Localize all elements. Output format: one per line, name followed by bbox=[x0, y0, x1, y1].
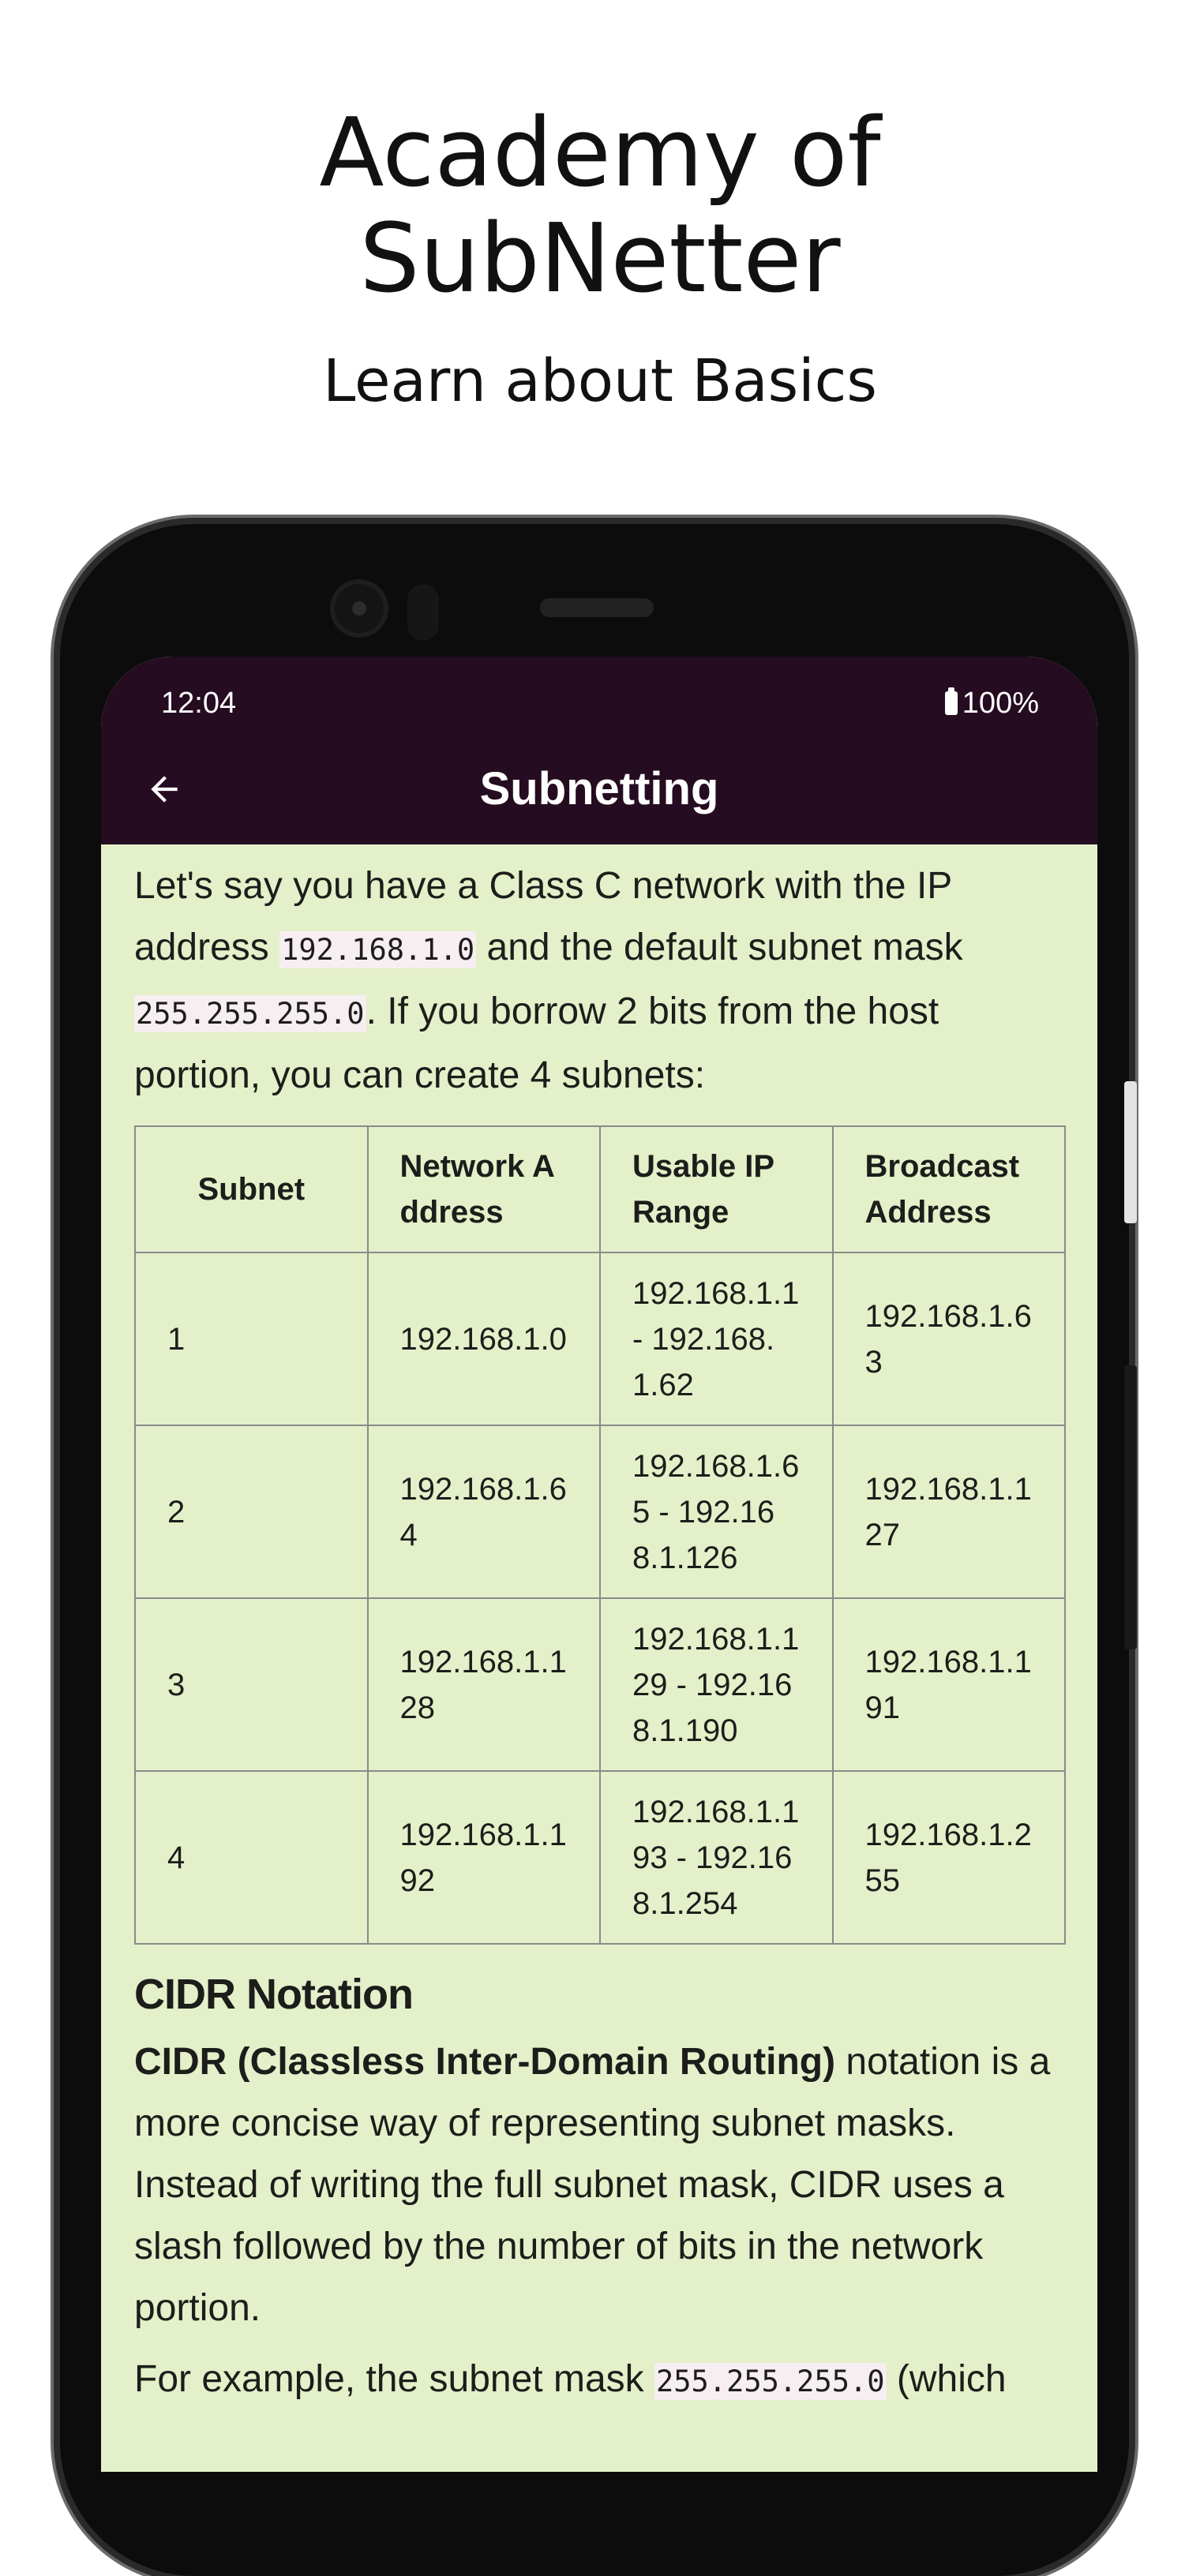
camera-lens bbox=[352, 601, 366, 616]
cidr-paragraph: CIDR (Classless Inter-Domain Routing) no… bbox=[134, 2031, 1067, 2339]
page-title: Subnetting bbox=[479, 763, 719, 814]
table-row: 2 192.168.1.64 192.168.1.65 - 192.168.1.… bbox=[134, 1425, 1066, 1599]
table-row: 3 192.168.1.128 192.168.1.129 - 192.168.… bbox=[134, 1597, 1066, 1772]
app-bar: 12:04 100% Subnetting bbox=[101, 657, 1097, 844]
hero-subtitle: Learn about Basics bbox=[323, 347, 877, 415]
hero-title-line1: Academy of bbox=[319, 99, 881, 208]
volume-button bbox=[1124, 1081, 1137, 1223]
battery-level: 100% bbox=[962, 687, 1039, 720]
table-cell: 2 bbox=[134, 1425, 369, 1599]
table-cell: 192.168.1.0 bbox=[366, 1252, 601, 1426]
table-cell: 192.168.1.63 bbox=[831, 1252, 1066, 1426]
cidr-term: CIDR (Classless Inter-Domain Routing) bbox=[134, 2041, 836, 2083]
subnet-table: Subnet Network Address Usable IP Range B… bbox=[134, 1125, 1066, 1945]
mask-code: 255.255.255.0 bbox=[134, 995, 366, 1032]
phone-screen: 12:04 100% Subnetting Let's say you have… bbox=[101, 657, 1097, 2472]
table-cell: 192.168.1.193 - 192.168.1.254 bbox=[599, 1770, 834, 1945]
table-row: 4 192.168.1.192 192.168.1.193 - 192.168.… bbox=[134, 1770, 1066, 1945]
table-cell: 192.168.1.191 bbox=[831, 1597, 1066, 1772]
table-cell: 1 bbox=[134, 1252, 369, 1426]
table-cell: 192.168.1.192 bbox=[366, 1770, 601, 1945]
proximity-sensor bbox=[407, 584, 439, 641]
example-text: (which bbox=[886, 2358, 1007, 2400]
table-cell: 192.168.1.65 - 192.168.1.126 bbox=[599, 1425, 834, 1599]
status-battery: 100% bbox=[944, 676, 1039, 731]
table-cell: 3 bbox=[134, 1597, 369, 1772]
earpiece-speaker bbox=[540, 598, 654, 617]
status-time: 12:04 bbox=[161, 687, 237, 720]
table-cell: 192.168.1.1 - 192.168.1.62 bbox=[599, 1252, 834, 1426]
power-button bbox=[1124, 1365, 1137, 1649]
table-cell: 4 bbox=[134, 1770, 369, 1945]
column-header: Broadcast Address bbox=[831, 1125, 1066, 1253]
example-code: 255.255.255.0 bbox=[654, 2363, 887, 2400]
table-cell: 192.168.1.128 bbox=[366, 1597, 601, 1772]
intro-paragraph: Let's say you have a Class C network wit… bbox=[134, 856, 1067, 1106]
table-cell: 192.168.1.255 bbox=[831, 1770, 1066, 1945]
ip-code: 192.168.1.0 bbox=[279, 931, 477, 968]
column-header: Usable IP Range bbox=[599, 1125, 834, 1253]
table-header-row: Subnet Network Address Usable IP Range B… bbox=[134, 1125, 1066, 1253]
hero-title: Academy of SubNetter bbox=[0, 101, 1200, 313]
table-cell: 192.168.1.127 bbox=[831, 1425, 1066, 1599]
battery-icon bbox=[944, 687, 958, 715]
cidr-text: notation is a more concise way of repres… bbox=[134, 2041, 1051, 2329]
example-text: For example, the subnet mask bbox=[134, 2358, 654, 2400]
hero-title-line2: SubNetter bbox=[359, 204, 841, 314]
table-cell: 192.168.1.64 bbox=[366, 1425, 601, 1599]
intro-text: and the default subnet mask bbox=[476, 927, 963, 968]
cidr-heading: CIDR Notation bbox=[134, 1971, 414, 2018]
lesson-content: Let's say you have a Class C network wit… bbox=[134, 856, 1067, 2413]
table-row: 1 192.168.1.0 192.168.1.1 - 192.168.1.62… bbox=[134, 1252, 1066, 1426]
table-cell: 192.168.1.129 - 192.168.1.190 bbox=[599, 1597, 834, 1772]
column-header: Subnet bbox=[134, 1125, 369, 1253]
cidr-example: For example, the subnet mask 255.255.255… bbox=[134, 2349, 1067, 2413]
column-header: Network Address bbox=[366, 1125, 601, 1253]
